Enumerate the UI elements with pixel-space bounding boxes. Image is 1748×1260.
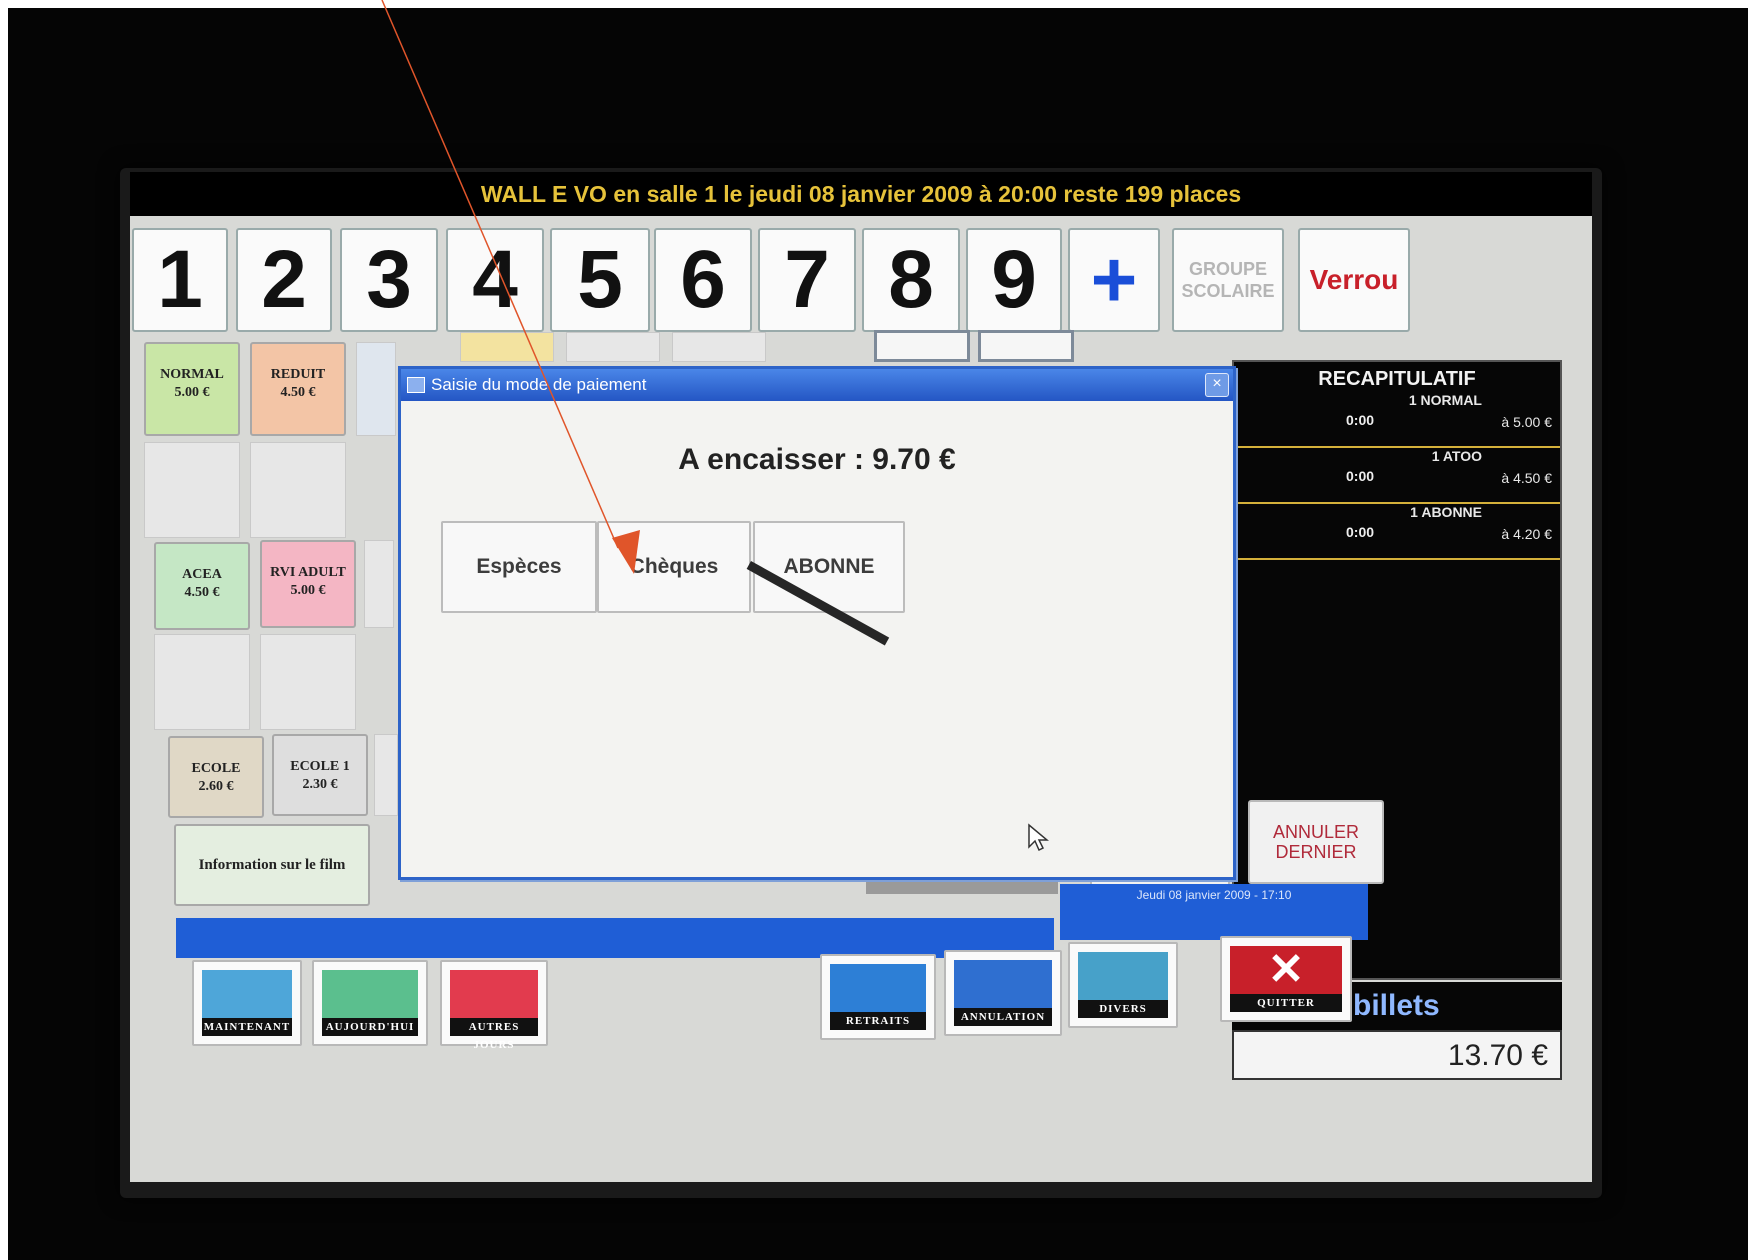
annotation-arrow: [381, 0, 640, 574]
